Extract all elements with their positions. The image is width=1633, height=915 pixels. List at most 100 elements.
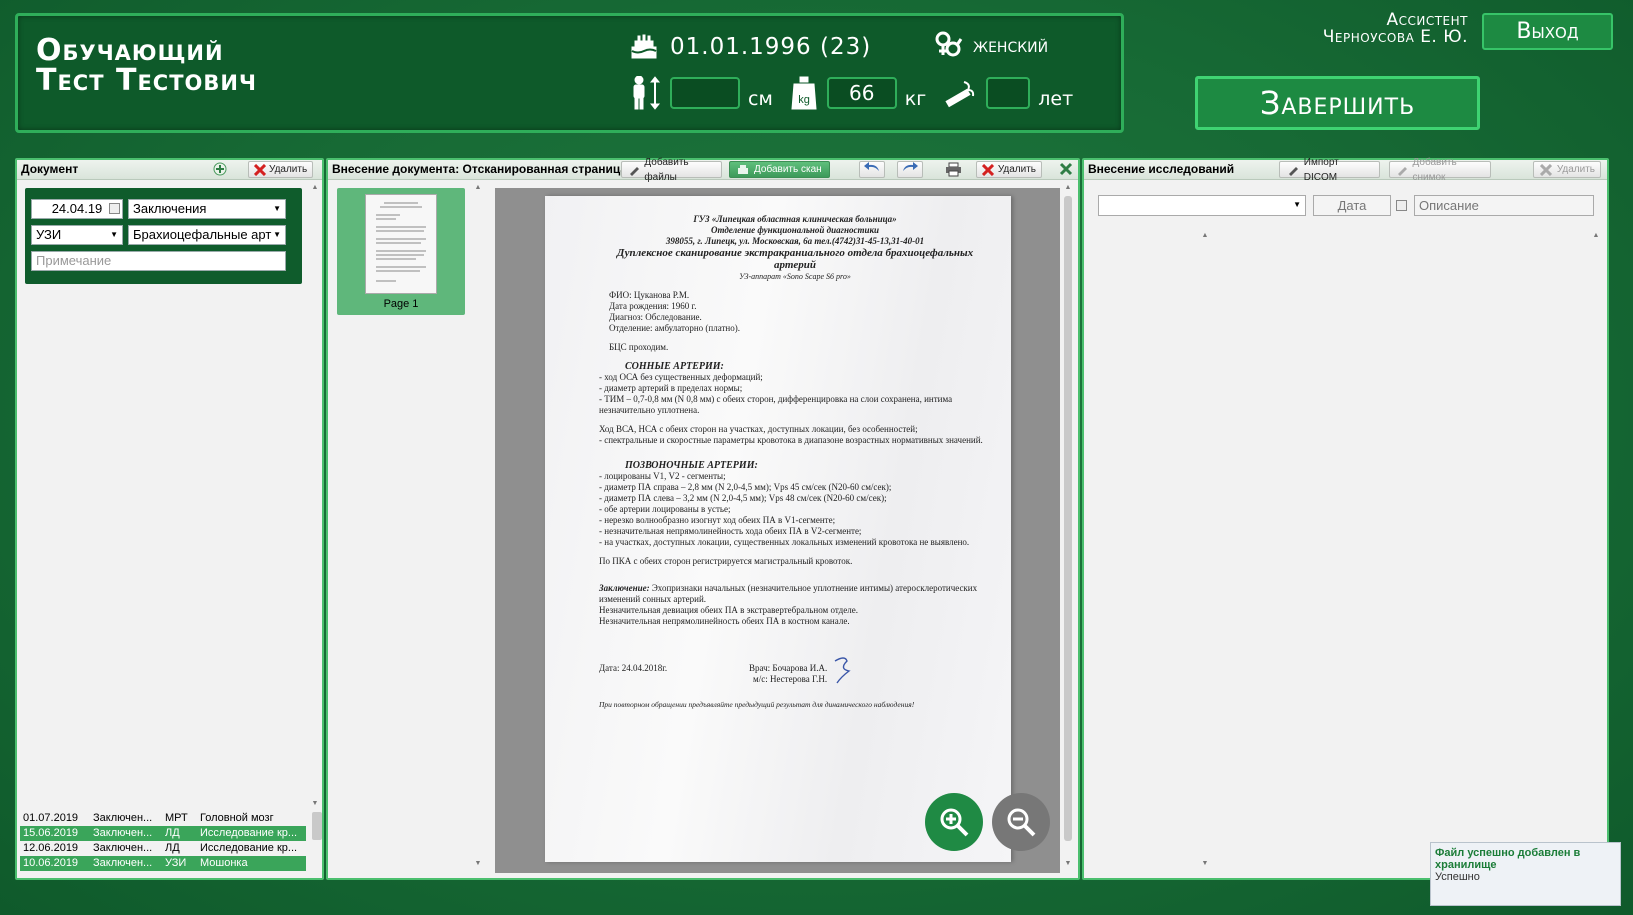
row-date: 15.06.2019 [23,827,79,839]
scroll-down-arrow[interactable]: ▼ [1063,860,1073,867]
doc-date: Дата: 24.04.2018г. [599,663,668,673]
height-unit: см [748,88,773,110]
list-scrollbar[interactable] [312,812,322,840]
studies-panel-header: Внесение исследований Импорт DICOM Добав… [1084,157,1607,183]
page-thumbnail[interactable]: Page 1 [337,188,465,315]
weight-unit: кг [904,88,927,110]
scan-viewer[interactable]: ГУЗ «Липецкая областная клиническая боль… [495,188,1060,873]
row-modality: МРТ [165,812,188,824]
zoom-out-button[interactable] [992,793,1050,851]
doc-org: ГУЗ «Липецкая областная клиническая боль… [693,214,897,224]
document-type-select[interactable]: Заключения ▼ [128,199,286,219]
doc-title: Дуплексное сканирование экстракраниально… [616,247,974,271]
sex-value: женский [973,33,1049,57]
calendar-icon[interactable] [1396,200,1407,211]
add-files-button[interactable]: Добавить файлы [621,157,722,183]
study-description-field[interactable]: Описание [1414,195,1594,216]
document-list: 01.07.2019 Заключен... МРТ Головной мозг… [20,811,306,875]
row-type: Заключен... [93,812,153,824]
scroll-up-arrow[interactable]: ▲ [310,184,320,191]
row-description: Исследование кр... [200,827,298,839]
calendar-icon[interactable] [109,203,120,214]
scroll-down-arrow[interactable]: ▼ [310,800,320,807]
height-icon [633,76,661,110]
rotate-left-icon [863,161,881,178]
add-image-label: Добавить снимок [1412,156,1457,183]
study-type-select[interactable]: ▼ [1098,195,1306,216]
delete-document-button[interactable]: Удалить [248,161,313,178]
smoking-unit: лет [1038,88,1074,110]
doc-department: Отделение: амбулаторно (платно). [609,323,740,333]
doc-conclusion-2: Незначительная девиация обеих ПА в экстр… [599,605,858,615]
doc-vert-4: - обе артерии лоцированы в устье; [599,504,731,514]
user-name: Черноусова Е. Ю. [1322,27,1468,47]
close-icon[interactable] [1059,162,1073,182]
doc-conclusion-3: Незначительная непрямолинейность обеих П… [599,616,850,626]
scroll-down-arrow[interactable]: ▼ [473,860,483,867]
scan-scrollbar[interactable] [1064,196,1072,841]
add-image-button[interactable]: Добавить снимок [1389,157,1491,183]
row-description: Мошонка [200,857,248,869]
row-type: Заключен... [93,827,153,839]
delete-page-label: Удалить [997,164,1036,175]
scroll-down-arrow[interactable]: ▼ [1200,860,1210,867]
patient-name: Обучающий Тест Тестович [36,36,396,96]
chevron-down-icon: ▼ [110,230,118,239]
scroll-up-arrow[interactable]: ▲ [1063,184,1073,191]
document-date-field[interactable]: 24.04.19 [31,199,123,219]
list-item[interactable]: 10.06.2019 Заключен... УЗИ Мошонка [20,856,306,871]
birthdate-group: 01.01.1996 (23) [630,34,871,60]
doc-vsa-1: Ход ВСА, НСА с обеих сторон на участках,… [599,424,918,434]
zoom-in-button[interactable] [925,793,983,851]
doc-vert-title: ПОЗВОНОЧНЫЕ АРТЕРИИ: [625,460,758,471]
scroll-up-arrow[interactable]: ▲ [1200,232,1210,239]
study-area-value: Брахиоцефальные арт [133,227,272,242]
finish-button[interactable]: Завершить [1195,76,1480,130]
notification-toast[interactable]: Файл успешно добавлен в хранилище Успешн… [1430,842,1621,906]
rotate-right-icon [901,161,919,178]
weight-icon: kg [791,76,817,110]
doc-address: 398055, г. Липецк, ул. Московская, 6а те… [665,236,925,246]
doc-vsa-2: - спектральные и скоростные параметры кр… [599,435,983,445]
add-scan-label: Добавить скан [754,164,822,175]
metrics-row: см kg 66 кг лет [630,76,1091,110]
row-description: Головной мозг [200,812,274,824]
list-item[interactable]: 15.06.2019 Заключен... ЛД Исследование к… [20,826,306,841]
add-document-icon[interactable] [213,162,227,182]
list-item[interactable]: 12.06.2019 Заключен... ЛД Исследование к… [20,841,306,856]
doc-carotid-2: - диаметр артерий в пределах нормы; [599,383,743,393]
weight-field[interactable]: 66 [826,77,897,109]
row-date: 01.07.2019 [23,812,79,824]
logout-button[interactable]: Выход [1482,13,1613,50]
doc-vert-5: - нерезко волнообразно изогнут ход обеих… [599,515,836,525]
row-type: Заключен... [93,857,153,869]
cigarette-icon [945,81,975,108]
study-date-field[interactable]: Дата [1313,195,1391,216]
study-area-select[interactable]: Брахиоцефальные арт ▼ [128,225,286,245]
delete-study-button[interactable]: Удалить [1533,161,1601,178]
doc-dob: Дата рождения: 1960 г. [609,301,697,311]
modality-select[interactable]: УЗИ ▼ [31,225,123,245]
zoom-out-icon [1007,808,1036,837]
import-dicom-button[interactable]: Импорт DICOM [1279,157,1380,183]
patient-card: Обучающий Тест Тестович 01.01.1996 (23) … [15,13,1124,133]
list-item[interactable]: 01.07.2019 Заключен... МРТ Головной мозг [20,811,306,826]
rotate-right-button[interactable] [897,161,923,178]
doc-conclusion-1: Эхопризнаки начальных (незначительное уп… [599,583,978,604]
chevron-down-icon: ▼ [1293,200,1301,209]
scan-panel-title: Внесение документа: Отсканированная стра… [332,162,628,176]
smoking-years-field[interactable] [986,77,1031,109]
doc-nurse: м/с: Нестерова Г.Н. [753,674,828,684]
scroll-up-arrow[interactable]: ▲ [1591,232,1601,239]
note-field[interactable]: Примечание [31,251,286,271]
printer-icon[interactable] [945,162,962,183]
height-field[interactable] [670,77,740,109]
delete-page-button[interactable]: Удалить [976,161,1042,178]
scanned-document-page: ГУЗ «Липецкая областная клиническая боль… [545,196,1011,862]
row-description: Исследование кр... [200,842,298,854]
rotate-left-button[interactable] [859,161,885,178]
doc-vert-7: - на участках, доступных локации, сущест… [599,537,970,547]
scroll-up-arrow[interactable]: ▲ [473,184,483,191]
add-scan-button[interactable]: Добавить скан [729,161,830,178]
doc-doctor: Врач: Бочарова И.А. [749,663,828,673]
